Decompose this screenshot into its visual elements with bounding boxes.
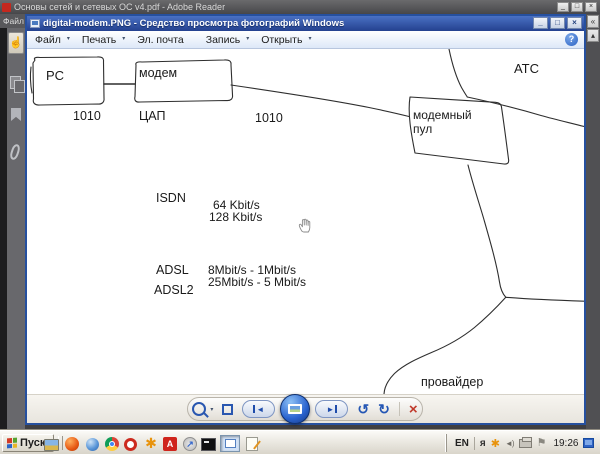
next-button[interactable]: ►: [315, 400, 348, 418]
acrobat-icon[interactable]: A: [163, 437, 177, 451]
viewer-maximize-button[interactable]: □: [550, 17, 565, 29]
menu-file[interactable]: Файл: [35, 34, 61, 46]
start-button-label: Пуск: [20, 437, 45, 449]
adobe-close-button[interactable]: ×: [585, 2, 597, 12]
atc-diagonal-line: [467, 97, 584, 127]
viewer-menubar: Файл ▾ Печать ▾ Эл. почта Запись ▾ Откры…: [27, 31, 584, 49]
chevron-down-icon: ▾: [308, 35, 311, 42]
taskbar: Пуск ✱ A ↗ EN я ✱ ◄) ⚑ 19:26: [0, 430, 600, 454]
previous-button[interactable]: ◄: [242, 400, 275, 418]
chevron-down-icon: ▾: [67, 35, 70, 42]
adobe-nav-panel: ☝: [7, 28, 25, 430]
modem-label: модем: [139, 66, 177, 80]
adobe-restore-button[interactable]: □: [571, 2, 583, 12]
adobe-minimize-button[interactable]: _: [557, 2, 569, 12]
notepad-icon[interactable]: [246, 437, 258, 451]
viewer-close-button[interactable]: ×: [567, 17, 582, 29]
network-diagram: PC модем 1010 ЦАП 1010 АТС модемный пул …: [27, 49, 584, 394]
adsl-label: ADSL: [156, 263, 189, 277]
menu-print[interactable]: Печать: [82, 34, 116, 46]
adobe-file-menu[interactable]: Файл: [0, 14, 25, 28]
magnifier-icon: [192, 402, 206, 416]
prev-bar-icon: [253, 405, 255, 413]
update-tray-icon[interactable]: ✱: [491, 437, 500, 450]
fit-to-window-icon[interactable]: [222, 404, 233, 415]
pages-panel-icon[interactable]: [10, 76, 21, 89]
pc-box-stray-stroke: [30, 67, 32, 93]
toolbar-divider: [399, 402, 400, 416]
chrome-icon[interactable]: [105, 437, 119, 451]
menu-email[interactable]: Эл. почта: [137, 34, 183, 46]
bookmarks-panel-icon[interactable]: [11, 108, 21, 121]
menu-burn[interactable]: Запись: [206, 34, 240, 46]
viewer-toolbar: ▾ ◄ ► ↺ ↻ ×: [187, 397, 423, 421]
viewer-minimize-button[interactable]: _: [533, 17, 548, 29]
adobe-right-strip: [586, 14, 600, 430]
language-indicator[interactable]: EN: [455, 438, 469, 449]
help-icon[interactable]: ?: [565, 33, 578, 46]
windows-flag-icon: [7, 438, 17, 449]
printer-tray-icon[interactable]: [519, 439, 532, 448]
layout-switcher-icon[interactable]: я: [480, 438, 486, 449]
adsl2-label: ADSL2: [154, 283, 194, 297]
hand-tool-icon[interactable]: ☝: [8, 32, 24, 54]
slideshow-button[interactable]: [280, 394, 310, 424]
dac-label: ЦАП: [139, 109, 165, 123]
rotate-ccw-button[interactable]: ↺: [357, 402, 369, 416]
delete-button[interactable]: ×: [409, 402, 418, 417]
share-app-icon[interactable]: ↗: [183, 437, 197, 451]
volume-icon[interactable]: ◄): [505, 439, 514, 448]
photo-viewer-task-button[interactable]: [220, 435, 240, 452]
adobe-reader-titlebar: Основы сетей и сетевых ОС v4.pdf - Adobe…: [0, 0, 600, 14]
pictures-folder-icon[interactable]: [44, 439, 59, 451]
internet-globe-icon[interactable]: [86, 438, 99, 451]
network-monitor-icon[interactable]: [583, 438, 594, 448]
isdn-label: ISDN: [156, 191, 186, 205]
viewer-titlebar[interactable]: digital-modem.PNG - Средство просмотра ф…: [27, 16, 584, 31]
zoom-control[interactable]: ▾: [192, 402, 213, 416]
pc-label: PC: [46, 68, 64, 83]
adsl2-rates-label: 25Mbit/s - 5 Mbit/s: [208, 275, 306, 289]
photo-viewer-window: digital-modem.PNG - Средство просмотра ф…: [25, 14, 586, 425]
slideshow-icon: [288, 404, 302, 414]
rotate-cw-button[interactable]: ↻: [378, 402, 390, 416]
chevron-down-icon: ▾: [122, 35, 125, 42]
isdn-rate2-label: 128 Kbit/s: [209, 210, 262, 224]
toolbar-overflow-icon[interactable]: «: [587, 15, 599, 28]
attachments-panel-icon[interactable]: [9, 143, 22, 161]
code-right-label: 1010: [255, 111, 283, 125]
modem-pool-label-line2: пул: [413, 122, 432, 136]
flag-tray-icon[interactable]: ⚑: [537, 438, 547, 449]
next-bar-icon: [335, 405, 337, 413]
clock[interactable]: 19:26: [553, 438, 578, 449]
adobe-window-title: Основы сетей и сетевых ОС v4.pdf - Adobe…: [14, 2, 225, 12]
chevron-down-icon[interactable]: ▾: [210, 406, 213, 413]
chevron-down-icon: ▾: [246, 35, 249, 42]
adobe-reader-icon: [2, 3, 11, 12]
next-arrow-icon: ►: [326, 405, 334, 414]
viewer-bottom-bar: ▾ ◄ ► ↺ ↻ ×: [27, 394, 584, 423]
tray-separator: [474, 437, 475, 450]
scroll-up-icon[interactable]: ▴: [587, 29, 599, 42]
gallery-app-icon[interactable]: ✱: [143, 435, 159, 451]
hand-cursor-icon: [299, 219, 310, 232]
atc-drop-line: [449, 49, 467, 97]
console-icon[interactable]: [201, 438, 216, 451]
pc-box-outline: [33, 57, 104, 105]
modem-pool-label-line1: модемный: [413, 108, 472, 122]
viewer-app-icon: [30, 19, 40, 28]
provider-label: провайдер: [421, 375, 483, 389]
atc-label: АТС: [514, 61, 539, 76]
provider-right-line: [506, 297, 584, 301]
code-left-label: 1010: [73, 109, 101, 123]
photo-canvas[interactable]: PC модем 1010 ЦАП 1010 АТС модемный пул …: [27, 49, 584, 394]
opera-icon[interactable]: [124, 438, 137, 451]
viewer-window-title: digital-modem.PNG - Средство просмотра ф…: [43, 18, 344, 29]
system-tray: EN я ✱ ◄) ⚑ 19:26: [446, 434, 598, 452]
screen-left-edge: [0, 28, 7, 430]
menu-open[interactable]: Открыть: [261, 34, 302, 46]
firefox-icon[interactable]: [65, 437, 79, 451]
pool-provider-line: [468, 165, 506, 297]
prev-arrow-icon: ◄: [256, 405, 264, 414]
